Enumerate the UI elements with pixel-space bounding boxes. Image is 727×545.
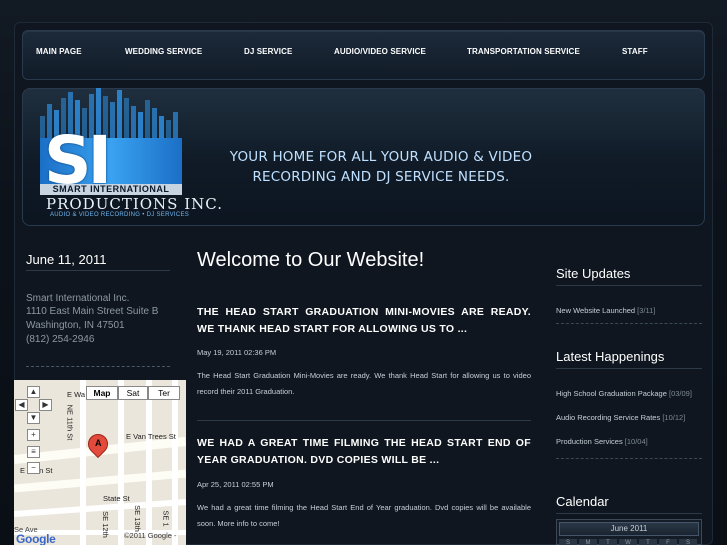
calendar-month: June 2011 [559,522,699,536]
map-zoom-out-icon[interactable]: − [27,462,40,474]
calendar-title: Calendar [556,494,609,509]
post-title-1[interactable]: THE HEAD START GRADUATION MINI-MOVIES AR… [197,304,531,338]
date-divider [26,270,170,271]
page-title: Welcome to Our Website! [197,249,425,271]
current-date: June 11, 2011 [26,252,107,267]
map-zoom-in-icon[interactable]: + [27,429,40,441]
logo-company-name: SMART INTERNATIONAL [40,184,182,195]
map-copyright: ©2011 Google - [124,531,177,540]
map-zoom-slider-icon[interactable]: ≡ [27,446,40,458]
contact-phone: (812) 254-2946 [26,334,95,345]
calendar-day-header: S [559,539,577,545]
map-pan-down-icon[interactable]: ▼ [27,412,40,424]
calendar-day-header: F [659,539,677,545]
equalizer-bar [131,106,136,138]
equalizer-bar [166,120,171,138]
post-date-2: Apr 25, 2011 02:55 PM [197,480,274,489]
banner-tagline: YOUR HOME FOR ALL YOUR AUDIO & VIDEO REC… [226,147,536,187]
site-updates-divider [556,285,702,286]
contact-divider [26,366,170,367]
calendar-day-header: T [639,539,657,545]
map-type-satellite[interactable]: Sat [118,386,148,400]
equalizer-bar [173,112,178,138]
map-pan-up-icon[interactable]: ▲ [27,386,40,398]
google-logo[interactable]: Google [16,532,56,545]
happening-date: [03/09] [669,389,692,398]
map-type-map[interactable]: Map [86,386,118,400]
map-pan-right-icon[interactable]: ▶ [39,399,52,411]
street-label-van-trees: E Van Trees St [126,432,176,441]
nav-audio-video-service[interactable]: AUDIO/VIDEO SERVICE [334,47,426,56]
happening-date: [10/04] [624,437,648,446]
street-label-se-12th: SE 12th [100,511,110,538]
equalizer-bar [110,102,115,138]
map-type-terrain[interactable]: Ter [148,386,180,400]
tagline-line-1: YOUR HOME FOR ALL YOUR AUDIO & VIDEO [229,149,533,165]
happening-label: High School Graduation Package [556,389,667,398]
calendar-day-header: T [599,539,617,545]
site-update-item[interactable]: New Website Launched [3/11] [556,306,655,315]
happening-label: Audio Recording Service Rates [556,413,661,422]
street-label-ne-11th: NE 11th St [65,404,75,441]
happenings-title: Latest Happenings [556,349,665,364]
map-road [80,380,86,545]
nav-main-page[interactable]: MAIN PAGE [36,47,82,56]
site-update-date: [3/11] [637,306,656,315]
map-road [118,380,124,545]
site-updates-bottom-divider [556,323,702,324]
happening-label: Production Services [556,437,623,446]
street-label-se-13th: SE 13th [132,505,142,532]
happening-item-2[interactable]: Audio Recording Service Rates [10/12] [556,413,685,422]
map-pin-label: A [95,438,102,448]
calendar-divider [556,513,702,514]
map-road [146,380,152,545]
equalizer-bar [117,90,122,138]
site-updates-title: Site Updates [556,266,631,281]
post-body-1: The Head Start Graduation Mini-Movies ar… [197,371,531,396]
contact-street: 1110 East Main Street Suite B [26,306,159,317]
tagline-line-2: RECORDING AND DJ SERVICE NEEDS. [252,169,510,185]
post-body-2: We had a great time filming the Head Sta… [197,503,531,528]
contact-city: Washington, IN 47501 [26,320,125,331]
contact-company: Smart International Inc. [26,293,130,304]
equalizer-bar [145,100,150,138]
street-label-e-wa: E Wa [67,390,86,399]
calendar-day-header: W [619,539,637,545]
equalizer-bar [138,112,143,138]
nav-dj-service[interactable]: DJ SERVICE [244,47,292,56]
post-title-2[interactable]: WE HAD A GREAT TIME FILMING THE HEAD STA… [197,435,531,469]
site-update-label: New Website Launched [556,306,636,315]
happening-item-1[interactable]: High School Graduation Package [03/09] [556,389,692,398]
calendar-day-header: S [679,539,697,545]
happenings-divider [556,368,702,369]
equalizer-bar [124,98,129,138]
nav-transportation-service[interactable]: TRANSPORTATION SERVICE [467,47,580,56]
street-label-state: State St [103,494,130,503]
happening-item-3[interactable]: Production Services [10/04] [556,437,648,446]
happening-date: [10/12] [662,413,686,422]
post-date-1: May 19, 2011 02:36 PM [197,348,277,357]
map-road [172,380,178,545]
nav-wedding-service[interactable]: WEDDING SERVICE [125,47,202,56]
street-label-se-1: SE 1 [161,510,171,527]
calendar-day-header: M [579,539,597,545]
logo-tagline: AUDIO & VIDEO RECORDING • DJ SERVICES [50,212,190,218]
equalizer-bar [152,108,157,138]
nav-staff[interactable]: STAFF [622,47,648,56]
map-pan-left-icon[interactable]: ◀ [15,399,28,411]
logo-productions: PRODUCTIONS INC. [46,195,223,213]
happenings-bottom-divider [556,458,702,459]
equalizer-bar [159,116,164,138]
post-divider [197,420,531,421]
